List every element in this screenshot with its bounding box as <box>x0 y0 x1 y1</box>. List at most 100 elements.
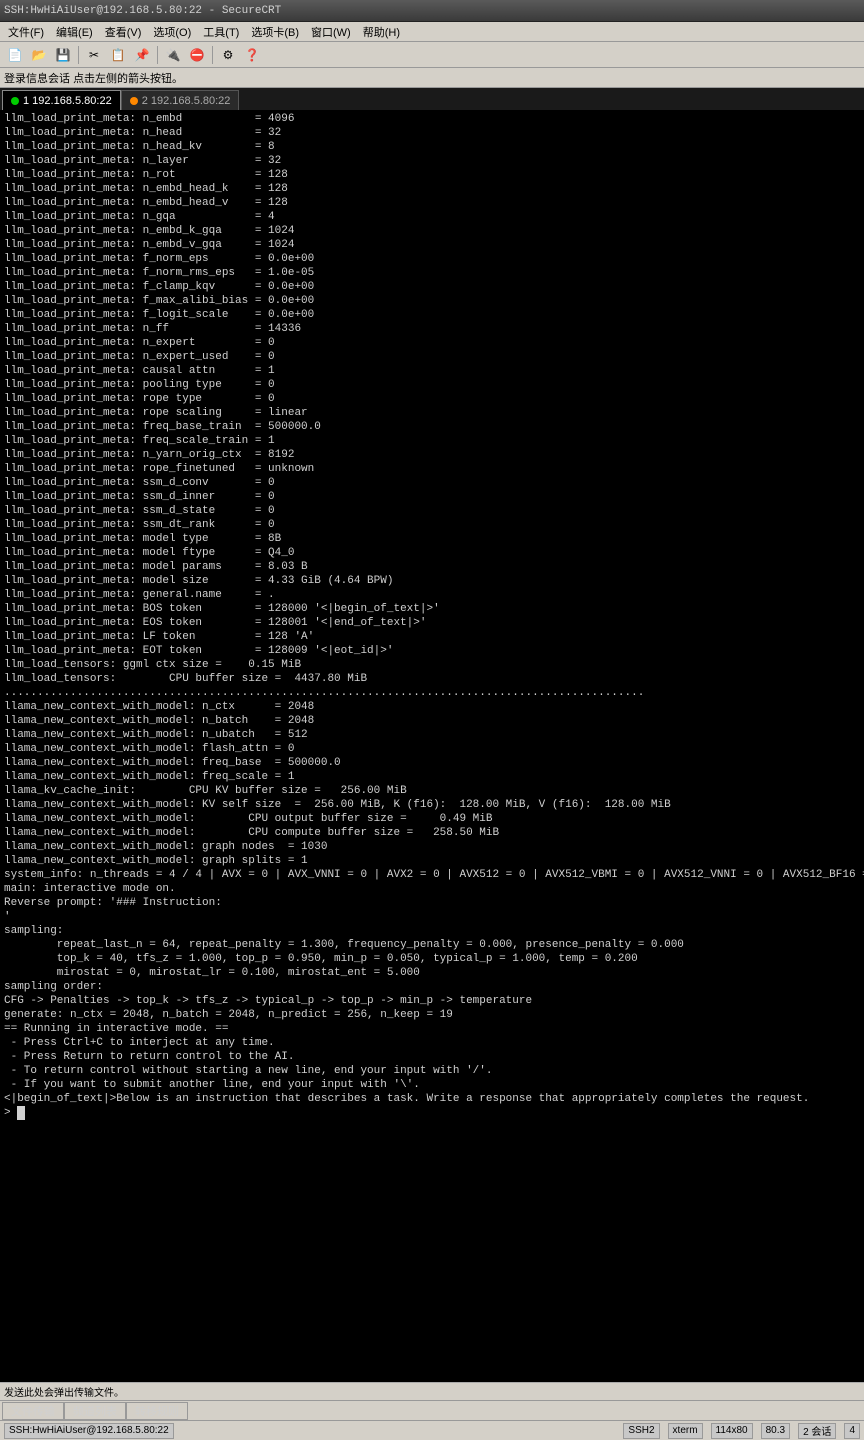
titlebar: SSH:HwHiAiUser@192.168.5.80:22 - SecureC… <box>0 0 864 22</box>
terminal-line: llm_load_print_meta: n_ff = 14336 <box>4 322 860 336</box>
terminal-line: llm_load_print_meta: n_layer = 32 <box>4 154 860 168</box>
toolbar: 📄 📂 💾 ✂ 📋 📌 🔌 ⛔ ⚙ ❓ <box>0 42 864 68</box>
terminal-line: - If you want to submit another line, en… <box>4 1078 860 1092</box>
terminal-line: sampling order: <box>4 980 860 994</box>
tab-dot-2 <box>130 97 138 105</box>
status-sessions: 2 会话 <box>798 1423 836 1439</box>
terminal-line: llm_load_print_meta: freq_scale_train = … <box>4 434 860 448</box>
status-connection: SSH:HwHiAiUser@192.168.5.80:22 <box>4 1423 174 1439</box>
terminal-line: llm_load_print_meta: ssm_d_state = 0 <box>4 504 860 518</box>
terminal-line: llm_load_print_meta: n_expert_used = 0 <box>4 350 860 364</box>
tab-1[interactable]: 1 192.168.5.80:22 <box>2 90 121 110</box>
terminal-line: llm_load_print_meta: f_norm_rms_eps = 1.… <box>4 266 860 280</box>
terminal-line: llm_load_print_meta: model type = 8B <box>4 532 860 546</box>
terminal-line: llm_load_print_meta: pooling type = 0 <box>4 378 860 392</box>
toolbar-sep1 <box>78 46 79 64</box>
terminal-line: llm_load_print_meta: general.name = . <box>4 588 860 602</box>
status-protocol: SSH2 <box>623 1423 659 1439</box>
terminal-line: llm_load_print_meta: n_head = 32 <box>4 126 860 140</box>
addressbar-hint: 点击左侧的箭头按钮。 <box>73 70 183 86</box>
terminal-line: mirostat = 0, mirostat_lr = 0.100, miros… <box>4 966 860 980</box>
terminal-line: CFG -> Penalties -> top_k -> tfs_z -> ty… <box>4 994 860 1008</box>
terminal-line: llm_load_print_meta: n_rot = 128 <box>4 168 860 182</box>
toolbar-save[interactable]: 💾 <box>52 44 74 66</box>
terminal-line: llm_load_print_meta: ssm_dt_rank = 0 <box>4 518 860 532</box>
terminal-line: - To return control without starting a n… <box>4 1064 860 1078</box>
filetransfer-label: 发送此处会弹出传输文件。 <box>4 1384 124 1399</box>
terminal-line: llm_load_print_meta: BOS token = 128000 … <box>4 602 860 616</box>
toolbar-open[interactable]: 📂 <box>28 44 50 66</box>
menu-item-窗口[interactable]: 窗口(W) <box>305 22 357 41</box>
terminal-cursor <box>17 1106 25 1120</box>
addressbar: 登录信息会话 点击左侧的箭头按钮。 <box>0 68 864 88</box>
toolbar-help[interactable]: ❓ <box>241 44 263 66</box>
menu-item-查看[interactable]: 查看(V) <box>99 22 148 41</box>
terminal-line: llama_new_context_with_model: CPU comput… <box>4 826 860 840</box>
status-cols: 114x80 <box>711 1423 753 1439</box>
terminal-line: llm_load_print_meta: f_max_alibi_bias = … <box>4 294 860 308</box>
terminal-line: llm_load_print_meta: n_embd = 4096 <box>4 112 860 126</box>
toolbar-cut[interactable]: ✂ <box>83 44 105 66</box>
tab-2[interactable]: 2 192.168.5.80:22 <box>121 90 240 110</box>
terminal-line: llm_load_print_meta: n_embd_head_k = 128 <box>4 182 860 196</box>
terminal-line: Reverse prompt: '### Instruction: <box>4 896 860 910</box>
terminal[interactable]: llm_load_print_meta: n_embd = 4096llm_lo… <box>0 110 864 1382</box>
terminal-line: llama_new_context_with_model: graph spli… <box>4 854 860 868</box>
toolbar-disconnect[interactable]: ⛔ <box>186 44 208 66</box>
toolbar-sep2 <box>157 46 158 64</box>
terminal-line: llm_load_tensors: ggml ctx size = 0.15 M… <box>4 658 860 672</box>
terminal-line: llm_load_print_meta: f_clamp_kqv = 0.0e+… <box>4 280 860 294</box>
terminal-line: > <box>4 1106 860 1120</box>
terminal-line: main: interactive mode on. <box>4 882 860 896</box>
terminal-line: llm_load_print_meta: EOT token = 128009 … <box>4 644 860 658</box>
terminal-line: llama_new_context_with_model: flash_attn… <box>4 742 860 756</box>
menu-item-选项[interactable]: 选项(O) <box>147 22 197 41</box>
terminal-line: llm_load_print_meta: n_embd_k_gqa = 1024 <box>4 224 860 238</box>
terminal-line: llm_load_print_meta: n_yarn_orig_ctx = 8… <box>4 448 860 462</box>
terminal-line: generate: n_ctx = 2048, n_batch = 2048, … <box>4 1008 860 1022</box>
terminal-line: llm_load_print_meta: n_expert = 0 <box>4 336 860 350</box>
terminal-line: llm_load_print_meta: rope type = 0 <box>4 392 860 406</box>
menu-item-编辑[interactable]: 编辑(E) <box>50 22 99 41</box>
terminal-line: llm_load_print_meta: LF token = 128 'A' <box>4 630 860 644</box>
menu-item-选项卡[interactable]: 选项卡(B) <box>245 22 305 41</box>
terminal-line: llama_new_context_with_model: n_ubatch =… <box>4 728 860 742</box>
terminal-line: llm_load_print_meta: n_gqa = 4 <box>4 210 860 224</box>
terminal-line: llama_new_context_with_model: KV self si… <box>4 798 860 812</box>
terminal-line: llm_load_print_meta: rope scaling = line… <box>4 406 860 420</box>
terminal-line: llama_new_context_with_model: n_batch = … <box>4 714 860 728</box>
toolbar-copy[interactable]: 📋 <box>107 44 129 66</box>
menu-item-文件[interactable]: 文件(F) <box>2 22 50 41</box>
toolbar-new[interactable]: 📄 <box>4 44 26 66</box>
bottom-tab-0[interactable]: 文件传输 <box>2 1402 64 1420</box>
terminal-line: llama_new_context_with_model: graph node… <box>4 840 860 854</box>
toolbar-connect[interactable]: 🔌 <box>162 44 184 66</box>
terminal-line: llm_load_print_meta: model size = 4.33 G… <box>4 574 860 588</box>
terminal-line: - Press Ctrl+C to interject at any time. <box>4 1036 860 1050</box>
tab-label-2: 2 192.168.5.80:22 <box>142 95 231 107</box>
terminal-line: llm_load_print_meta: EOS token = 128001 … <box>4 616 860 630</box>
addressbar-label: 登录信息会话 <box>4 70 70 86</box>
bottom-tabs: 文件传输频道列表转移规则 <box>0 1400 864 1420</box>
terminal-line: llama_new_context_with_model: CPU output… <box>4 812 860 826</box>
menu-item-工具[interactable]: 工具(T) <box>197 22 245 41</box>
bottom-tab-1[interactable]: 频道列表 <box>64 1402 126 1420</box>
terminal-line: llm_load_print_meta: f_logit_scale = 0.0… <box>4 308 860 322</box>
terminal-line: llama_kv_cache_init: CPU KV buffer size … <box>4 784 860 798</box>
bottom-tab-2[interactable]: 转移规则 <box>126 1402 188 1420</box>
terminal-line: system_info: n_threads = 4 / 4 | AVX = 0… <box>4 868 860 882</box>
toolbar-settings[interactable]: ⚙ <box>217 44 239 66</box>
terminal-line: llm_load_print_meta: f_norm_eps = 0.0e+0… <box>4 252 860 266</box>
terminal-line: llm_load_print_meta: ssm_d_inner = 0 <box>4 490 860 504</box>
toolbar-sep3 <box>212 46 213 64</box>
terminal-line: - Press Return to return control to the … <box>4 1050 860 1064</box>
terminal-line: ........................................… <box>4 686 860 700</box>
terminal-line: repeat_last_n = 64, repeat_penalty = 1.3… <box>4 938 860 952</box>
toolbar-paste[interactable]: 📌 <box>131 44 153 66</box>
menu-item-帮助[interactable]: 帮助(H) <box>357 22 406 41</box>
tabbar: 1 192.168.5.80:22 2 192.168.5.80:22 <box>0 88 864 110</box>
status-terminal: xterm <box>668 1423 703 1439</box>
terminal-line: llm_load_print_meta: n_embd_head_v = 128 <box>4 196 860 210</box>
terminal-line: top_k = 40, tfs_z = 1.000, top_p = 0.950… <box>4 952 860 966</box>
terminal-line: llm_load_print_meta: n_embd_v_gqa = 1024 <box>4 238 860 252</box>
